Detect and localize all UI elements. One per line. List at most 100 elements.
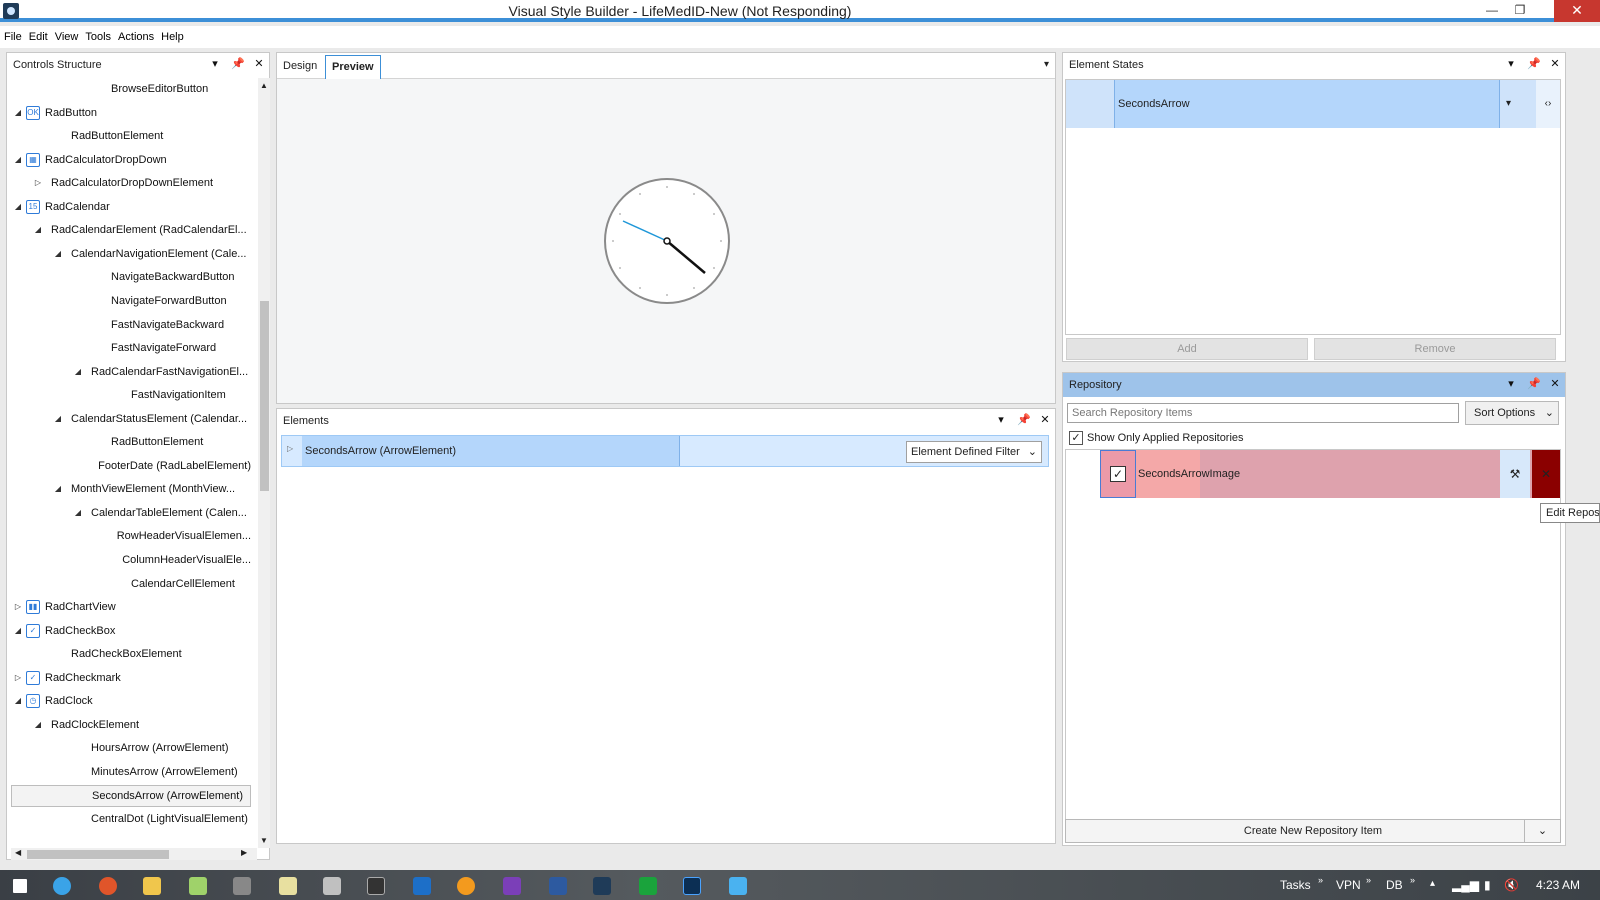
collapse-icon[interactable]: ◢ [11, 149, 25, 171]
dropdown-icon[interactable]: ▾ [1505, 377, 1517, 390]
expand-icon[interactable]: ▷ [287, 444, 293, 453]
repository-item-name[interactable]: SecondsArrowImage [1138, 450, 1240, 498]
maximize-button[interactable]: ❐ [1506, 0, 1534, 22]
tool-app-icon[interactable] [224, 873, 260, 899]
menu-view[interactable]: View [55, 31, 83, 43]
tree-item[interactable]: ▷ ✓ RadCheckmark [11, 667, 251, 689]
file-explorer-icon[interactable] [134, 873, 170, 899]
repository-search-input[interactable]: Search Repository Items [1067, 403, 1459, 423]
visual-studio-icon[interactable] [494, 873, 530, 899]
tree-item[interactable]: ColumnHeaderVisualEle... [11, 549, 251, 571]
tasks-toolbar[interactable]: Tasks [1280, 878, 1311, 892]
pin-icon[interactable]: 📌 [231, 57, 245, 70]
toolbar-expand-icon[interactable]: » [1366, 875, 1371, 885]
tree-item[interactable]: ◢ ✓ RadCheckBox [11, 620, 251, 642]
scroll-left-icon[interactable]: ◀ [15, 848, 21, 857]
tree-item[interactable]: NavigateForwardButton [11, 290, 251, 312]
tab-preview[interactable]: Preview [325, 55, 381, 79]
tree-item[interactable]: ◢ RadCalendarFastNavigationEl... [11, 361, 251, 383]
pin-icon[interactable]: 📌 [1527, 377, 1541, 390]
repository-item-checkbox[interactable]: ✓ [1110, 466, 1126, 482]
pin-icon[interactable]: 📌 [1527, 57, 1541, 70]
menu-tools[interactable]: Tools [85, 31, 115, 43]
menu-file[interactable]: File [4, 31, 26, 43]
tree-item[interactable]: CentralDot (LightVisualElement) [11, 808, 251, 830]
tree-item[interactable]: BrowseEditorButton [11, 78, 251, 100]
state-row[interactable]: SecondsArrow ▾ ‹› [1066, 80, 1560, 128]
toolbar-expand-icon[interactable]: » [1410, 875, 1415, 885]
collapse-icon[interactable]: ◢ [31, 219, 45, 241]
tab-design[interactable]: Design [277, 55, 323, 79]
menu-help[interactable]: Help [161, 31, 188, 43]
tree-item[interactable]: ◢ ◷ RadClock [11, 690, 251, 712]
minimize-button[interactable]: — [1478, 0, 1506, 22]
dropdown-icon[interactable]: ▾ [995, 413, 1007, 426]
menu-edit[interactable]: Edit [29, 31, 52, 43]
create-repository-button[interactable]: Create New Repository Item ⌄ [1065, 819, 1561, 843]
tree-item[interactable]: NavigateBackwardButton [11, 266, 251, 288]
elements-row[interactable]: ▷ SecondsArrow (ArrowElement) Element De… [281, 435, 1049, 467]
tree-item[interactable]: ◢ 15 RadCalendar [11, 196, 251, 218]
controls-tree[interactable]: BrowseEditorButton ◢ OK RadButton RadButtonE… [11, 78, 251, 832]
collapse-icon[interactable]: ◢ [51, 478, 65, 500]
tree-item[interactable]: FastNavigationItem [11, 384, 251, 406]
repository-item-row[interactable]: ✓ SecondsArrowImage ⚒ ✕ [1066, 450, 1560, 498]
tree-item[interactable]: ◢ CalendarNavigationElement (Cale... [11, 243, 251, 265]
remove-state-button[interactable]: Remove [1314, 338, 1556, 360]
tabs-dropdown-icon[interactable]: ▾ [1044, 59, 1049, 70]
collapse-icon[interactable]: ◢ [11, 102, 25, 124]
tree-horizontal-scroll-thumb[interactable] [27, 850, 169, 859]
battery-icon[interactable]: ▮ [1484, 878, 1491, 892]
add-state-button[interactable]: Add [1066, 338, 1308, 360]
notepad-icon[interactable] [270, 873, 306, 899]
tree-item[interactable]: RadCheckBoxElement [11, 643, 251, 665]
tray-overflow-icon[interactable]: ▴ [1430, 878, 1435, 889]
collapse-icon[interactable]: ◢ [51, 243, 65, 265]
tree-item[interactable]: ◢ RadCalendarElement (RadCalendarEl... [11, 219, 251, 241]
tree-item[interactable]: HoursArrow (ArrowElement) [11, 737, 251, 759]
tree-item[interactable]: ▷ ▮▮ RadChartView [11, 596, 251, 618]
network-icon[interactable]: ▂▄▆ [1452, 878, 1479, 892]
show-applied-checkbox[interactable]: ✓ [1069, 431, 1083, 445]
pin-icon[interactable]: 📌 [1017, 413, 1031, 426]
delete-repository-icon[interactable]: ✕ [1532, 450, 1560, 498]
clock-time[interactable]: 4:23 AM [1536, 878, 1580, 892]
blue-app-icon[interactable] [720, 873, 756, 899]
collapse-icon[interactable]: ◢ [51, 408, 65, 430]
report-app-icon[interactable] [358, 873, 394, 899]
collapse-icon[interactable]: ◢ [71, 502, 85, 524]
element-filter-dropdown[interactable]: Element Defined Filter ⌄ [906, 441, 1042, 463]
close-icon[interactable]: ✕ [1549, 57, 1561, 70]
state-row-label[interactable]: SecondsArrow [1114, 80, 1500, 128]
tree-item[interactable]: SecondsArrow (ArrowElement) [11, 784, 251, 807]
expand-icon[interactable]: ▷ [31, 172, 45, 194]
chevron-down-icon[interactable]: ⌄ [1524, 820, 1560, 842]
tree-item[interactable]: CalendarCellElement [11, 573, 251, 595]
collapse-icon[interactable]: ◢ [31, 714, 45, 736]
tree-item[interactable]: ▷ RadCalculatorDropDownElement [11, 172, 251, 194]
tree-vertical-scroll-thumb[interactable] [260, 301, 269, 491]
volume-muted-icon[interactable]: 🔇 [1504, 878, 1519, 892]
notes-app-icon[interactable] [180, 873, 216, 899]
tree-item[interactable]: RadButtonElement [11, 125, 251, 147]
firefox-icon[interactable] [90, 873, 126, 899]
collapse-icon[interactable]: ◢ [71, 361, 85, 383]
state-dropdown-icon[interactable]: ▾ [1506, 98, 1511, 109]
scroll-right-icon[interactable]: ▶ [241, 848, 247, 857]
sort-options-dropdown[interactable]: Sort Options ⌄ [1465, 401, 1559, 425]
tree-item[interactable]: ◢ MonthViewElement (MonthView... [11, 478, 251, 500]
menu-actions[interactable]: Actions [118, 31, 158, 43]
close-icon[interactable]: ✕ [253, 57, 265, 70]
dropdown-icon[interactable]: ▾ [209, 57, 221, 70]
toolbar-expand-icon[interactable]: » [1318, 875, 1323, 885]
photoshop-icon[interactable] [674, 873, 710, 899]
tree-item[interactable]: FooterDate (RadLabelElement) [11, 455, 251, 477]
tree-item[interactable]: RadButtonElement [11, 431, 251, 453]
tree-item[interactable]: ◢ OK RadButton [11, 102, 251, 124]
media-player-icon[interactable] [448, 873, 484, 899]
start-icon[interactable] [2, 873, 38, 899]
edit-repository-icon[interactable]: ⚒ [1500, 450, 1530, 498]
close-window-button[interactable]: ✕ [1554, 0, 1600, 22]
close-icon[interactable]: ✕ [1549, 377, 1561, 390]
db-toolbar[interactable]: DB [1386, 878, 1403, 892]
